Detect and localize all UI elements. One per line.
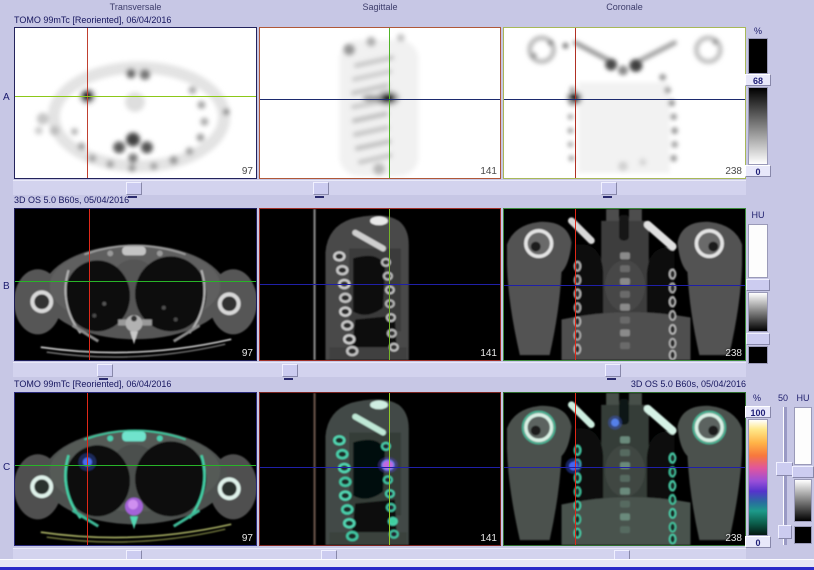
series-label-row-b: 3D OS 5.0 B60s, 05/04/2016	[14, 195, 129, 206]
viewport-c-coronale[interactable]: 238	[503, 392, 746, 546]
viewport-b-transversale[interactable]: 97	[14, 208, 257, 361]
fusion-color-scale-bar[interactable]	[748, 419, 768, 536]
viewport-a-sagittale[interactable]: 141	[259, 27, 501, 179]
crosshair-vertical[interactable]	[89, 209, 90, 360]
ct-window-lower-handle[interactable]	[746, 333, 770, 345]
viewport-b-coronale[interactable]: 238	[503, 208, 746, 361]
scale-unit-percent: %	[747, 26, 769, 36]
crosshair-horizontal[interactable]	[260, 284, 500, 285]
nm-coronal-image	[504, 28, 745, 178]
slice-slider-handle[interactable]	[601, 182, 617, 195]
fusion-blend-lower-handle[interactable]	[778, 525, 792, 539]
crosshair-horizontal[interactable]	[260, 467, 500, 468]
fusion-blend-handle[interactable]	[776, 462, 793, 476]
slice-slider-track-row-b[interactable]	[13, 362, 746, 377]
column-header-transversale: Transversale	[14, 1, 257, 13]
series-label-row-c-right: 3D OS 5.0 B60s, 05/04/2016	[400, 379, 746, 390]
viewport-c-transversale[interactable]: 97	[14, 392, 257, 546]
series-label-row-a: TOMO 99mTc [Reoriented], 06/04/2016	[14, 15, 171, 26]
nm-gray-gradient-bar[interactable]	[748, 87, 768, 165]
fusion-ct-gradient-bar[interactable]	[794, 479, 812, 522]
slice-number: 97	[242, 348, 253, 359]
nm-lower-threshold-box[interactable]: 0	[745, 165, 771, 177]
slice-slider-handle[interactable]	[313, 182, 329, 195]
nm-scale-upper-segment[interactable]	[748, 38, 768, 74]
row-letter-c: C	[3, 462, 13, 473]
crosshair-vertical[interactable]	[87, 393, 88, 545]
fusion-nm-upper-box[interactable]: 100	[745, 406, 771, 418]
ct-gray-gradient-bar[interactable]	[748, 292, 768, 332]
nm-sagittal-image	[260, 28, 500, 178]
slice-slider-handle[interactable]	[605, 364, 621, 377]
fusion-blend-value: 50	[772, 393, 794, 403]
viewport-c-sagittale[interactable]: 141	[259, 392, 501, 546]
crosshair-horizontal[interactable]	[15, 465, 256, 466]
ct-axial-image	[15, 209, 256, 360]
slice-slider-handle[interactable]	[282, 364, 298, 377]
slice-number: 141	[480, 166, 497, 177]
scale-unit-hu: HU	[747, 210, 769, 220]
bottom-scrollbar[interactable]	[0, 559, 814, 568]
fusion-sagittal-image	[260, 393, 500, 545]
crosshair-vertical[interactable]	[575, 393, 576, 545]
nm-axial-image	[15, 28, 256, 178]
slice-number: 238	[725, 533, 742, 544]
fusion-nm-unit: %	[746, 393, 768, 403]
crosshair-horizontal[interactable]	[15, 281, 256, 282]
slice-number: 141	[480, 533, 497, 544]
row-letter-b: B	[3, 281, 13, 292]
crosshair-vertical[interactable]	[575, 28, 576, 178]
crosshair-horizontal[interactable]	[260, 99, 500, 100]
slice-slider-handle[interactable]	[126, 182, 142, 195]
ct-scale-white-segment[interactable]	[748, 224, 768, 278]
slice-slider-handle[interactable]	[97, 364, 113, 377]
crosshair-horizontal[interactable]	[504, 285, 745, 286]
fusion-axial-image	[15, 393, 256, 545]
fusion-ct-unit: HU	[792, 393, 814, 403]
fusion-coronal-image	[504, 393, 745, 545]
slice-slider-track-row-a[interactable]	[13, 180, 746, 195]
fusion-viewer-window: Transversale Sagittale Coronale TOMO 99m…	[0, 0, 814, 570]
slice-number: 141	[480, 348, 497, 359]
nm-upper-threshold-box[interactable]: 68	[745, 74, 771, 86]
fusion-ct-upper-handle[interactable]	[792, 466, 814, 478]
ct-window-upper-handle[interactable]	[746, 279, 770, 291]
column-header-coronale: Coronale	[503, 1, 746, 13]
fusion-ct-black-segment[interactable]	[794, 526, 812, 544]
fusion-ct-white-segment[interactable]	[794, 407, 812, 465]
ct-scale-black-segment[interactable]	[748, 346, 768, 364]
crosshair-horizontal[interactable]	[15, 96, 256, 97]
viewport-b-sagittale[interactable]: 141	[259, 208, 501, 361]
crosshair-vertical[interactable]	[389, 28, 390, 178]
slice-number: 97	[242, 533, 253, 544]
crosshair-vertical[interactable]	[389, 393, 390, 545]
row-letter-a: A	[3, 92, 13, 103]
slice-number: 238	[725, 166, 742, 177]
crosshair-horizontal[interactable]	[504, 99, 745, 100]
slice-number: 238	[725, 348, 742, 359]
slice-number: 97	[242, 166, 253, 177]
fusion-nm-lower-box[interactable]: 0	[745, 536, 771, 548]
series-label-row-c-left: TOMO 99mTc [Reoriented], 06/04/2016	[14, 379, 171, 390]
viewport-a-coronale[interactable]: 238	[503, 27, 746, 179]
crosshair-vertical[interactable]	[87, 28, 88, 178]
viewport-a-transversale[interactable]: 97	[14, 27, 257, 179]
column-header-sagittale: Sagittale	[259, 1, 501, 13]
crosshair-horizontal[interactable]	[504, 467, 745, 468]
